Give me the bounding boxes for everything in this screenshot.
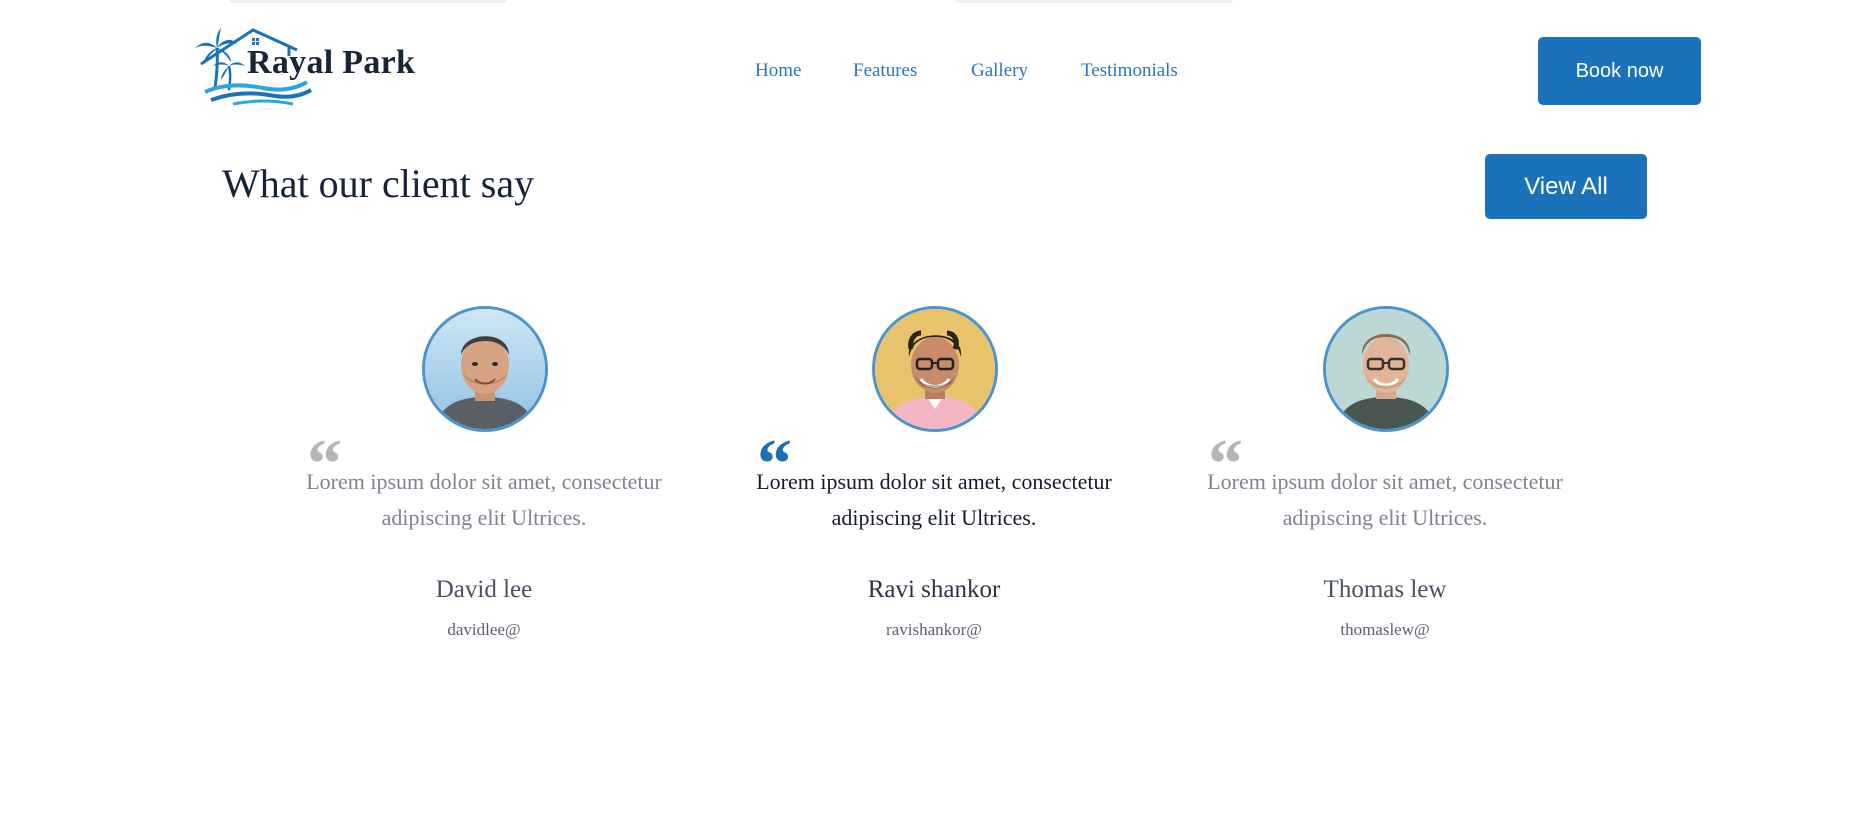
section-title: What our client say — [222, 161, 535, 206]
testimonial-handle: thomaslew@ — [1340, 620, 1430, 639]
top-strip — [955, 0, 1233, 3]
top-strip — [229, 0, 507, 3]
avatar — [872, 306, 998, 432]
page: Rayal Park Home Features Gallery Testimo… — [0, 0, 1867, 815]
site-logo[interactable]: Rayal Park — [193, 26, 433, 106]
nav-link-features[interactable]: Features — [853, 60, 917, 82]
logo-text: Rayal Park — [247, 44, 416, 81]
person-photo-icon — [425, 309, 545, 429]
nav-link-gallery[interactable]: Gallery — [971, 60, 1028, 82]
nav-link-home[interactable]: Home — [755, 60, 801, 82]
person-photo-icon — [875, 309, 995, 429]
testimonial-handle: davidlee@ — [447, 620, 521, 639]
nav-link-testimonials[interactable]: Testimonials — [1081, 60, 1178, 82]
person-photo-icon — [1326, 309, 1446, 429]
testimonial-card: “ Lorem ipsum dolor sit amet, consectetu… — [744, 306, 1124, 646]
testimonial-name: Thomas lew — [1323, 576, 1447, 603]
avatar — [1323, 306, 1449, 432]
testimonial-text: Lorem ipsum dolor sit amet, consectetur … — [1207, 469, 1563, 530]
book-now-button[interactable]: Book now — [1538, 37, 1701, 105]
avatar — [422, 306, 548, 432]
testimonial-name: David lee — [435, 576, 533, 603]
testimonial-card: “ Lorem ipsum dolor sit amet, consectetu… — [1195, 306, 1575, 646]
testimonial-handle: ravishankor@ — [886, 620, 982, 639]
testimonial-text: Lorem ipsum dolor sit amet, consectetur … — [756, 469, 1112, 530]
testimonial-text: Lorem ipsum dolor sit amet, consectetur … — [306, 469, 662, 530]
view-all-button[interactable]: View All — [1485, 154, 1647, 219]
testimonial-card: “ Lorem ipsum dolor sit amet, consectetu… — [294, 306, 674, 646]
testimonial-name: Ravi shankor — [867, 576, 1001, 603]
